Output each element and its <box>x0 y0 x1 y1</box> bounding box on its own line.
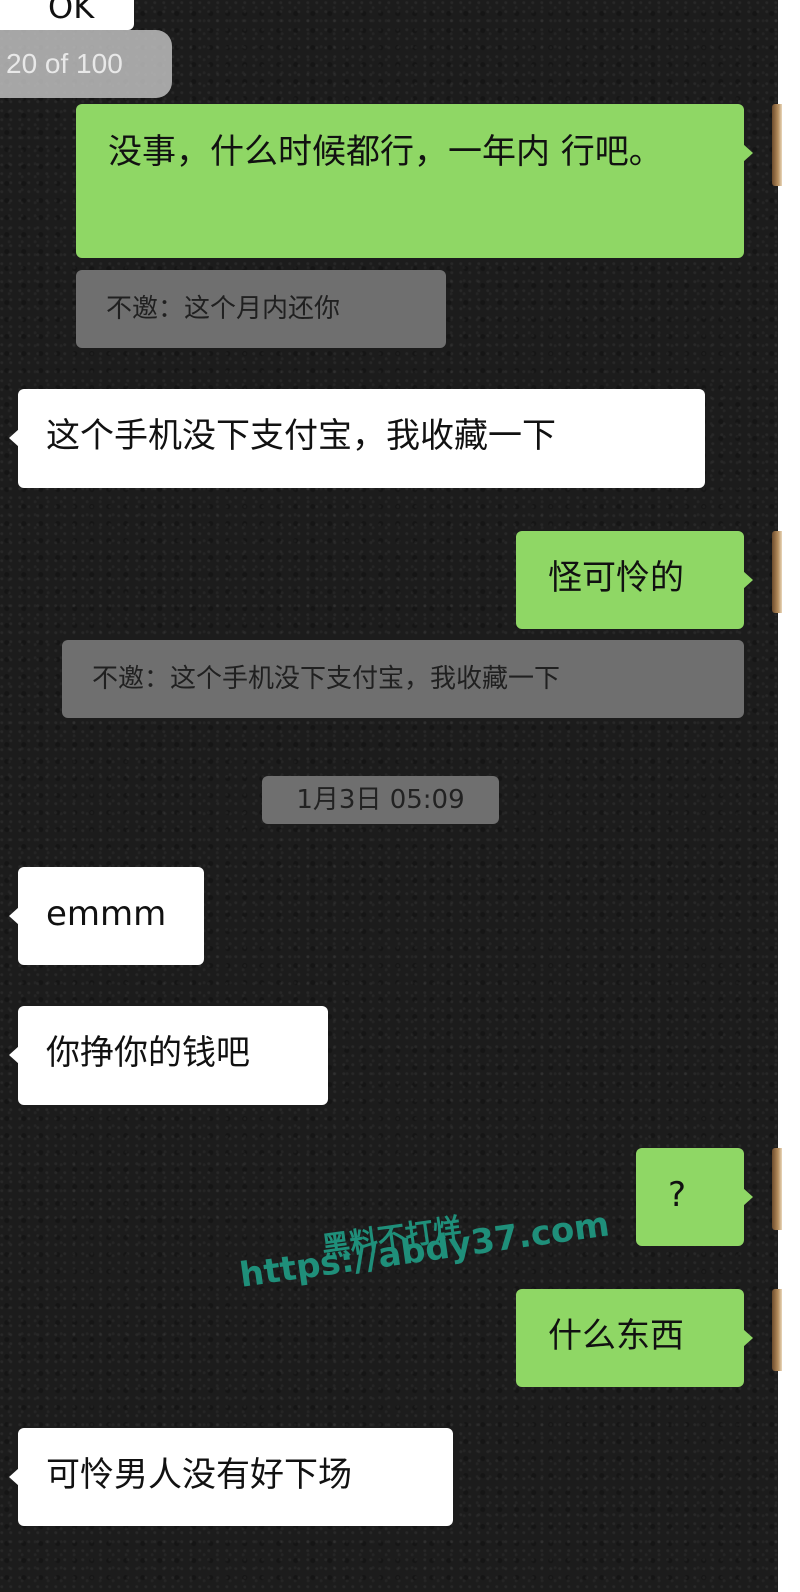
own-avatar[interactable] <box>772 104 782 186</box>
message-text: 怪可怜的 <box>548 558 684 598</box>
message-text: 你挣你的钱吧 <box>46 1033 250 1073</box>
quoted-message[interactable]: 不邀：这个手机没下支付宝，我收藏一下 <box>62 640 744 718</box>
partial-message-bubble[interactable]: OK <box>0 0 134 30</box>
own-avatar[interactable] <box>772 1148 782 1230</box>
message-text: 什么东西 <box>548 1316 684 1356</box>
sent-message-bubble[interactable]: ? <box>636 1148 753 1246</box>
received-message-bubble[interactable]: 你挣你的钱吧 <box>9 1006 328 1105</box>
chat-screen: OK 20 of 100 没事，什么时候都行，一年内 行吧。 不邀：这个月内还你… <box>0 0 800 1592</box>
message-text: emmm <box>46 894 167 934</box>
sent-message-bubble[interactable]: 什么东西 <box>516 1289 753 1387</box>
message-text: 没事，什么时候都行，一年内 行吧。 <box>108 132 663 172</box>
quoted-text: 不邀：这个手机没下支付宝，我收藏一下 <box>92 664 561 694</box>
quoted-message[interactable]: 不邀：这个月内还你 <box>76 270 446 348</box>
message-text: 可怜男人没有好下场 <box>46 1455 352 1495</box>
quoted-text: 不邀：这个月内还你 <box>106 294 341 324</box>
own-avatar[interactable] <box>772 1289 782 1371</box>
timestamp-label: 1月3日 05:09 <box>262 776 499 824</box>
received-message-bubble[interactable]: emmm <box>9 867 204 965</box>
page-counter: 20 of 100 <box>0 30 172 98</box>
own-avatar[interactable] <box>772 531 782 613</box>
sent-message-bubble[interactable]: 没事，什么时候都行，一年内 行吧。 <box>76 104 753 258</box>
received-message-bubble[interactable]: 可怜男人没有好下场 <box>9 1428 453 1526</box>
message-text: 这个手机没下支付宝，我收藏一下 <box>46 416 556 456</box>
partial-message-text: OK <box>48 0 95 26</box>
received-message-bubble[interactable]: 这个手机没下支付宝，我收藏一下 <box>9 389 705 488</box>
sent-message-bubble[interactable]: 怪可怜的 <box>516 531 753 629</box>
message-text: ? <box>668 1175 687 1215</box>
